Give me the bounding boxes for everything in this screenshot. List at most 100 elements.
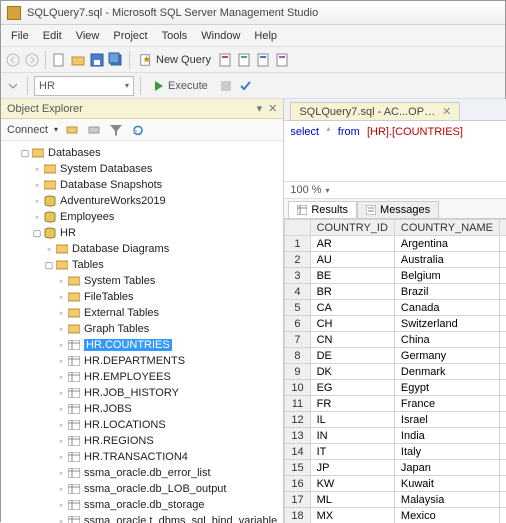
tree-trans[interactable]: HR.TRANSACTION4 — [84, 451, 188, 463]
tree-departments[interactable]: HR.DEPARTMENTS — [84, 355, 185, 367]
cell-country-id[interactable]: BE — [310, 268, 394, 284]
cell-country-name[interactable]: Egypt — [394, 380, 499, 396]
menu-edit[interactable]: Edit — [37, 28, 68, 44]
cell-country-id[interactable]: DE — [310, 348, 394, 364]
connect-label[interactable]: Connect — [7, 124, 48, 136]
database-selector[interactable]: HR ▾ — [34, 76, 134, 96]
expand-toggle[interactable]: ▫ — [55, 324, 67, 334]
expand-toggle[interactable]: ▫ — [55, 452, 67, 462]
expand-toggle[interactable]: ▫ — [31, 164, 43, 174]
cell-region[interactable]: 3 — [500, 428, 506, 444]
nav-back-icon[interactable] — [5, 52, 21, 68]
expand-toggle[interactable]: ▫ — [55, 372, 67, 382]
cell-region[interactable]: 2 — [500, 300, 506, 316]
menu-file[interactable]: File — [5, 28, 35, 44]
expand-toggle[interactable]: ▫ — [55, 500, 67, 510]
tab-messages[interactable]: Messages — [357, 201, 439, 218]
connect-icon[interactable] — [64, 122, 80, 138]
tree-filetables[interactable]: FileTables — [84, 291, 134, 303]
table-row[interactable]: 1ARArgentina2 — [285, 236, 506, 252]
cell-country-id[interactable]: EG — [310, 380, 394, 396]
new-query-button[interactable]: ★ New Query — [135, 51, 215, 69]
cell-country-name[interactable]: Japan — [394, 460, 499, 476]
cell-country-id[interactable]: FR — [310, 396, 394, 412]
cell-region[interactable]: 2 — [500, 508, 506, 523]
cell-region[interactable]: 3 — [500, 332, 506, 348]
cell-country-id[interactable]: BR — [310, 284, 394, 300]
cell-region[interactable]: 2 — [500, 236, 506, 252]
table-row[interactable]: 3BEBelgium1 — [285, 268, 506, 284]
menu-tools[interactable]: Tools — [156, 28, 194, 44]
table-row[interactable]: 15JPJapan3 — [285, 460, 506, 476]
table-row[interactable]: 10EGEgypt4 — [285, 380, 506, 396]
cell-country-id[interactable]: AR — [310, 236, 394, 252]
tab-results[interactable]: Results — [288, 201, 357, 218]
cell-region[interactable]: 3 — [500, 492, 506, 508]
cell-country-name[interactable]: Australia — [394, 252, 499, 268]
filter-icon[interactable] — [108, 122, 124, 138]
menu-project[interactable]: Project — [107, 28, 153, 44]
col-country-name[interactable]: COUNTRY_NAME — [394, 220, 499, 236]
refresh-icon[interactable] — [130, 122, 146, 138]
table-row[interactable]: 9DKDenmark1 — [285, 364, 506, 380]
table-row[interactable]: 12ILIsrael4 — [285, 412, 506, 428]
tree-sysdb[interactable]: System Databases — [60, 163, 152, 175]
cell-country-name[interactable]: Malaysia — [394, 492, 499, 508]
cell-region[interactable]: 1 — [500, 348, 506, 364]
query-type2-icon[interactable] — [237, 52, 253, 68]
stop-icon[interactable] — [218, 78, 234, 94]
query-type3-icon[interactable] — [256, 52, 272, 68]
nav-fwd-icon[interactable] — [24, 52, 40, 68]
cell-country-name[interactable]: Switzerland — [394, 316, 499, 332]
cell-country-id[interactable]: JP — [310, 460, 394, 476]
table-row[interactable]: 7CNChina3 — [285, 332, 506, 348]
cell-country-id[interactable]: KW — [310, 476, 394, 492]
table-row[interactable]: 8DEGermany1 — [285, 348, 506, 364]
table-row[interactable]: 4BRBrazil2 — [285, 284, 506, 300]
cell-country-name[interactable]: Israel — [394, 412, 499, 428]
cell-region[interactable]: 2 — [500, 284, 506, 300]
expand-toggle[interactable]: ▫ — [31, 196, 43, 206]
pin-icon[interactable]: ▾ — [257, 102, 263, 115]
table-row[interactable]: 2AUAustralia3 — [285, 252, 506, 268]
cell-region[interactable]: 1 — [500, 268, 506, 284]
query-type4-icon[interactable] — [275, 52, 291, 68]
expand-toggle[interactable]: ▫ — [55, 420, 67, 430]
cell-country-name[interactable]: Belgium — [394, 268, 499, 284]
new-file-icon[interactable] — [51, 52, 67, 68]
cell-country-id[interactable]: CN — [310, 332, 394, 348]
expand-toggle[interactable]: ▫ — [43, 244, 55, 254]
cell-country-name[interactable]: Mexico — [394, 508, 499, 523]
tree-regions[interactable]: HR.REGIONS — [84, 435, 154, 447]
cell-region[interactable]: 3 — [500, 252, 506, 268]
dropdown-icon[interactable] — [5, 78, 21, 94]
expand-toggle[interactable]: ▢ — [31, 228, 43, 239]
editor-tab[interactable]: SQLQuery7.sql - AC...OPE\aciortea (70))*… — [290, 102, 460, 120]
disconnect-icon[interactable] — [86, 122, 102, 138]
cell-country-name[interactable]: Canada — [394, 300, 499, 316]
menu-view[interactable]: View — [70, 28, 106, 44]
cell-region[interactable]: 3 — [500, 460, 506, 476]
cell-country-name[interactable]: India — [394, 428, 499, 444]
expand-toggle[interactable]: ▫ — [55, 484, 67, 494]
tree-systables[interactable]: System Tables — [84, 275, 155, 287]
sql-editor[interactable]: select * from [HR].[COUNTRIES] — [284, 121, 506, 181]
expand-toggle[interactable]: ▫ — [55, 276, 67, 286]
cell-country-id[interactable]: CA — [310, 300, 394, 316]
zoom-value[interactable]: 100 % — [290, 184, 321, 196]
cell-country-id[interactable]: CH — [310, 316, 394, 332]
tree-locations[interactable]: HR.LOCATIONS — [84, 419, 166, 431]
open-icon[interactable] — [70, 52, 86, 68]
execute-button[interactable]: Execute — [147, 78, 214, 94]
results-grid[interactable]: COUNTRY_ID COUNTRY_NAME REGI 1ARArgentin… — [284, 219, 506, 523]
tree-tables[interactable]: Tables — [72, 259, 104, 271]
expand-toggle[interactable]: ▢ — [19, 148, 31, 159]
expand-toggle[interactable]: ▫ — [55, 292, 67, 302]
tree-ssma2[interactable]: ssma_oracle.db_LOB_output — [84, 483, 226, 495]
chevron-down-icon[interactable]: ▾ — [326, 186, 330, 195]
cell-region[interactable]: 4 — [500, 476, 506, 492]
save-icon[interactable] — [89, 52, 105, 68]
expand-toggle[interactable]: ▫ — [55, 308, 67, 318]
cell-country-id[interactable]: IT — [310, 444, 394, 460]
object-tree[interactable]: ▢Databases ▫System Databases ▫Database S… — [1, 141, 283, 523]
